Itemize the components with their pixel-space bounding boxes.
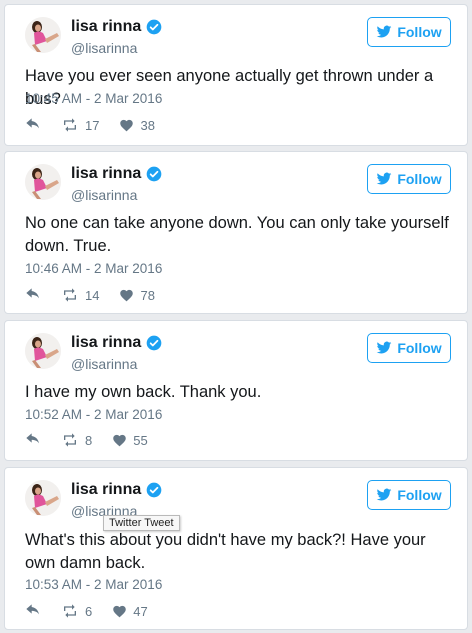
follow-label: Follow [397, 340, 442, 356]
retweet-icon [61, 117, 79, 133]
tweet-actions: 14 78 [25, 287, 175, 303]
like-count: 78 [140, 287, 155, 303]
tweet-actions: 8 55 [25, 432, 168, 448]
author-name[interactable]: lisa rinna [71, 334, 141, 352]
tweet-card: lisa rinna @lisarinna Follow What's this… [4, 467, 468, 630]
reply-icon [25, 603, 41, 619]
tweet-card: lisa rinna @lisarinna Follow I have my o… [4, 320, 468, 461]
retweet-button[interactable]: 8 [61, 432, 92, 448]
retweet-count: 6 [85, 603, 93, 619]
avatar[interactable] [25, 17, 61, 53]
verified-badge-icon [146, 335, 162, 351]
tweet-timestamp[interactable]: 10:46 AM - 2 Mar 2016 [25, 261, 162, 276]
author-row: lisa rinna [71, 165, 162, 183]
retweet-icon [61, 432, 79, 448]
reply-icon [25, 117, 41, 133]
author-handle[interactable]: @lisarinna [71, 40, 137, 56]
heart-icon [119, 118, 134, 133]
like-button[interactable]: 38 [119, 117, 155, 133]
reply-button[interactable] [25, 117, 41, 133]
avatar[interactable] [25, 333, 61, 369]
verified-badge-icon [146, 19, 162, 35]
retweet-count: 17 [85, 117, 100, 133]
twitter-bird-icon [376, 24, 392, 40]
heart-icon [119, 288, 134, 303]
follow-button[interactable]: Follow [367, 17, 451, 47]
like-button[interactable]: 55 [112, 432, 148, 448]
author-row: lisa rinna [71, 18, 162, 36]
tweet-text: What's this about you didn't have my bac… [25, 531, 426, 572]
author-handle[interactable]: @lisarinna [71, 187, 137, 203]
tweet-actions: 6 47 [25, 603, 168, 619]
avatar[interactable] [25, 480, 61, 516]
author-name[interactable]: lisa rinna [71, 481, 141, 499]
retweet-count: 14 [85, 287, 100, 303]
like-button[interactable]: 78 [119, 287, 155, 303]
follow-label: Follow [397, 487, 442, 503]
like-count: 38 [140, 117, 155, 133]
retweet-count: 8 [85, 432, 93, 448]
heart-icon [112, 604, 127, 619]
tweet-text: No one can take anyone down. You can onl… [25, 214, 449, 255]
reply-icon [25, 287, 41, 303]
follow-label: Follow [397, 171, 442, 187]
author-name[interactable]: lisa rinna [71, 18, 141, 36]
retweet-button[interactable]: 17 [61, 117, 99, 133]
retweet-icon [61, 287, 79, 303]
reply-icon [25, 432, 41, 448]
verified-badge-icon [146, 482, 162, 498]
like-button[interactable]: 47 [112, 603, 148, 619]
author-name[interactable]: lisa rinna [71, 165, 141, 183]
retweet-icon [61, 603, 79, 619]
avatar[interactable] [25, 164, 61, 200]
tooltip: Twitter Tweet [103, 515, 180, 531]
author-handle[interactable]: @lisarinna [71, 356, 137, 372]
retweet-button[interactable]: 6 [61, 603, 92, 619]
tweet-actions: 17 38 [25, 117, 175, 133]
tweet-text: I have my own back. Thank you. [25, 383, 262, 401]
follow-label: Follow [397, 24, 442, 40]
reply-button[interactable] [25, 432, 41, 448]
tweet-card: lisa rinna @lisarinna Follow No one can … [4, 151, 468, 314]
author-row: lisa rinna [71, 481, 162, 499]
follow-button[interactable]: Follow [367, 333, 451, 363]
verified-badge-icon [146, 166, 162, 182]
like-count: 47 [133, 603, 148, 619]
follow-button[interactable]: Follow [367, 164, 451, 194]
like-count: 55 [133, 432, 148, 448]
tweet-card: lisa rinna @lisarinna Follow Have you ev… [4, 4, 468, 146]
tweet-timestamp[interactable]: 10:53 AM - 2 Mar 2016 [25, 577, 162, 592]
author-row: lisa rinna [71, 334, 162, 352]
reply-button[interactable] [25, 287, 41, 303]
reply-button[interactable] [25, 603, 41, 619]
follow-button[interactable]: Follow [367, 480, 451, 510]
twitter-bird-icon [376, 171, 392, 187]
twitter-bird-icon [376, 340, 392, 356]
heart-icon [112, 433, 127, 448]
twitter-bird-icon [376, 487, 392, 503]
tweet-timestamp[interactable]: 10:52 AM - 2 Mar 2016 [25, 407, 162, 422]
tweet-timestamp[interactable]: 10:45 AM - 2 Mar 2016 [25, 91, 162, 106]
retweet-button[interactable]: 14 [61, 287, 99, 303]
